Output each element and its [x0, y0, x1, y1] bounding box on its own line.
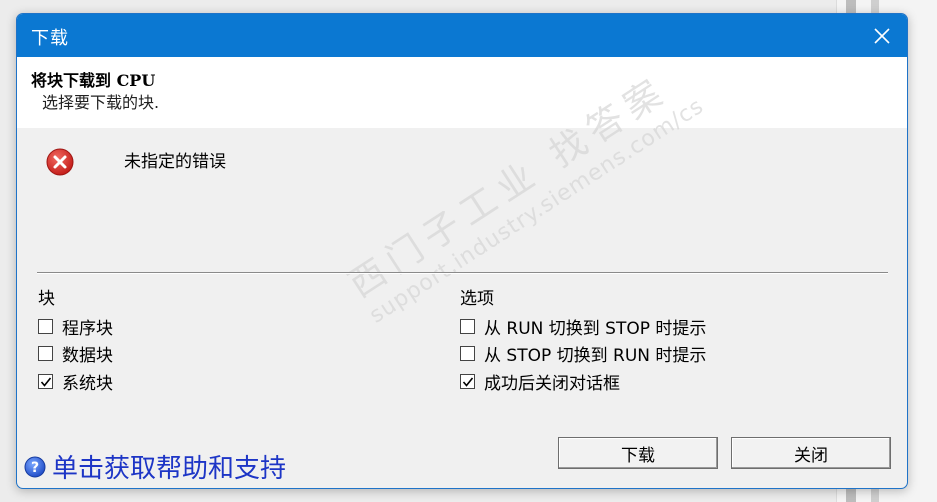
title-bar[interactable]: 下载 — [17, 14, 907, 57]
checkbox-label: 从 STOP 切换到 RUN 时提示 — [484, 345, 707, 366]
error-message: 未指定的错误 — [124, 152, 226, 172]
checkbox-box[interactable] — [460, 373, 475, 389]
download-dialog: 下载 将块下载到 CPU 选择要下载的块. 未指定的错误 西门子工业 找答案 s… — [16, 13, 908, 489]
close-icon — [874, 28, 890, 44]
checkbox-label: 成功后关闭对话框 — [484, 373, 620, 394]
options-group-label: 选项 — [460, 289, 494, 309]
checkbox-label: 数据块 — [62, 345, 113, 366]
watermark-line2: support.industry.siemens.com/cs — [365, 93, 709, 329]
checkbox-label: 从 RUN 切换到 STOP 时提示 — [484, 318, 707, 339]
checkbox-box[interactable] — [38, 345, 53, 361]
header-title: 将块下载到 CPU — [31, 71, 156, 90]
header-subtitle: 选择要下载的块. — [42, 93, 160, 112]
header-panel: 将块下载到 CPU 选择要下载的块. — [17, 57, 907, 128]
checkbox-label: 系统块 — [62, 373, 113, 394]
svg-text:?: ? — [31, 460, 39, 476]
checkbox-program-blocks[interactable]: 程序块 — [38, 315, 113, 339]
download-button[interactable]: 下载 — [558, 437, 718, 469]
checkbox-prompt-run-to-stop[interactable]: 从 RUN 切换到 STOP 时提示 — [460, 315, 707, 339]
checkbox-box[interactable] — [38, 373, 53, 389]
help-icon: ? — [24, 456, 46, 477]
close-dialog-button[interactable]: 关闭 — [731, 437, 891, 469]
checkbox-label: 程序块 — [62, 318, 113, 339]
help-link-text[interactable]: 单击获取帮助和支持 — [52, 448, 286, 485]
help-link[interactable]: ? 单击获取帮助和支持 — [24, 448, 286, 485]
checkbox-data-blocks[interactable]: 数据块 — [38, 342, 113, 366]
checkbox-box[interactable] — [460, 318, 475, 334]
close-button[interactable] — [867, 21, 897, 51]
checkmark-icon — [40, 377, 52, 387]
checkbox-box[interactable] — [38, 318, 53, 334]
checkbox-prompt-stop-to-run[interactable]: 从 STOP 切换到 RUN 时提示 — [460, 342, 707, 366]
window-title: 下载 — [31, 28, 69, 49]
checkbox-system-blocks[interactable]: 系统块 — [38, 370, 113, 394]
checkbox-box[interactable] — [460, 345, 475, 361]
blocks-group-label: 块 — [38, 289, 55, 309]
error-icon — [46, 148, 74, 176]
checkmark-icon — [462, 377, 474, 387]
checkbox-close-on-success[interactable]: 成功后关闭对话框 — [460, 370, 620, 394]
divider — [37, 272, 888, 274]
